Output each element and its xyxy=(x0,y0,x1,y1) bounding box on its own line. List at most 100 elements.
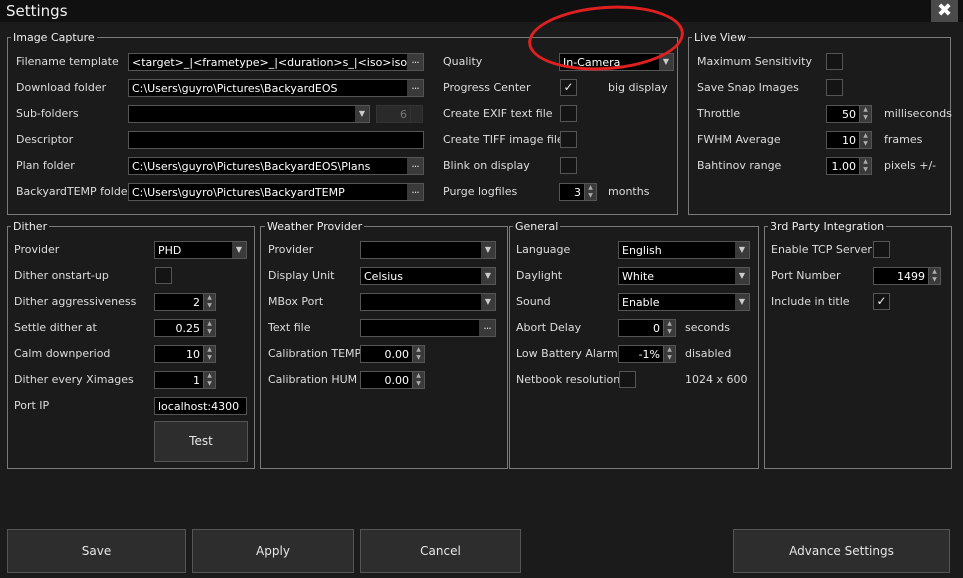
progress-center-label: Progress Center xyxy=(443,81,531,94)
chevron-down-icon[interactable]: ▼ xyxy=(735,268,749,284)
port-number-input[interactable]: 1499 xyxy=(873,267,929,285)
down-icon: ▼ xyxy=(863,166,868,173)
check-icon: ✓ xyxy=(876,294,887,308)
sound-dropdown[interactable]: Enable ▼ xyxy=(618,293,750,311)
chevron-down-icon[interactable]: ▼ xyxy=(232,242,246,258)
chevron-down-icon[interactable]: ▼ xyxy=(735,294,749,310)
close-icon: ✖ xyxy=(936,0,953,21)
dither-onstart-checkbox[interactable] xyxy=(155,267,172,284)
save-button[interactable]: Save xyxy=(7,529,186,573)
down-icon: ▼ xyxy=(667,328,672,335)
abort-delay-input[interactable]: 0 xyxy=(618,319,664,337)
dither-provider-label: Provider xyxy=(14,243,60,256)
save-snap-checkbox[interactable] xyxy=(826,79,843,96)
dither-provider-dropdown[interactable]: PHD ▼ xyxy=(154,241,247,259)
netbook-resolution: 1024 x 600 xyxy=(685,373,748,386)
plan-folder-value: C:\Users\guyro\Pictures\BackyardEOS\Plan… xyxy=(132,160,371,173)
browse-icon[interactable]: ... xyxy=(407,184,423,200)
daylight-dropdown[interactable]: White ▼ xyxy=(618,267,750,285)
abort-delay-spinner[interactable]: ▲ ▼ xyxy=(663,319,676,337)
cal-temp-input[interactable]: 0.00 xyxy=(360,345,413,363)
dither-aggr-input[interactable]: 2 xyxy=(154,293,204,311)
up-icon: ▲ xyxy=(207,294,212,301)
settle-input[interactable]: 0.25 xyxy=(154,319,204,337)
down-icon: ▼ xyxy=(863,140,868,147)
browse-icon[interactable]: ... xyxy=(407,54,423,70)
browse-icon[interactable]: ... xyxy=(407,80,423,96)
download-folder-field[interactable]: C:\Users\guyro\Pictures\BackyardEOS ... xyxy=(128,79,424,97)
calm-spinner[interactable]: ▲ ▼ xyxy=(203,345,216,363)
create-exif-label: Create EXIF text file xyxy=(443,107,553,120)
chevron-down-icon[interactable]: ▼ xyxy=(355,106,369,122)
third-party-title: 3rd Party Integration xyxy=(768,220,887,233)
mbox-port-dropdown[interactable]: ▼ xyxy=(360,293,496,311)
port-number-spinner[interactable]: ▲ ▼ xyxy=(928,267,941,285)
include-title-checkbox[interactable]: ✓ xyxy=(873,293,890,310)
plan-folder-field[interactable]: C:\Users\guyro\Pictures\BackyardEOS\Plan… xyxy=(128,157,424,175)
up-icon: ▲ xyxy=(207,372,212,379)
apply-button[interactable]: Apply xyxy=(192,529,354,573)
down-icon: ▼ xyxy=(932,276,937,283)
down-icon: ▼ xyxy=(863,114,868,121)
descriptor-input[interactable] xyxy=(128,131,424,149)
progress-center-checkbox[interactable]: ✓ xyxy=(560,79,577,96)
chevron-down-icon[interactable]: ▼ xyxy=(481,294,495,310)
close-button[interactable]: ✖ xyxy=(931,0,958,22)
battery-alarm-status: disabled xyxy=(685,347,732,360)
bahtinov-spinner[interactable]: ▲ ▼ xyxy=(859,157,872,175)
netbook-checkbox[interactable] xyxy=(619,371,636,388)
language-dropdown[interactable]: English ▼ xyxy=(618,241,750,259)
blink-checkbox[interactable] xyxy=(560,157,577,174)
tcp-server-checkbox[interactable] xyxy=(873,241,890,258)
chevron-down-icon[interactable]: ▼ xyxy=(735,242,749,258)
filename-template-field[interactable]: <target>_|<frametype>_|<duration>s_|<iso… xyxy=(128,53,424,71)
cal-temp-spinner[interactable]: ▲ ▼ xyxy=(412,345,425,363)
subfolders-dropdown[interactable]: ▼ xyxy=(128,105,370,123)
port-ip-input[interactable]: localhost:4300 xyxy=(154,397,247,415)
temp-folder-field[interactable]: C:\Users\guyro\Pictures\BackyardTEMP ... xyxy=(128,183,424,201)
cal-hum-input[interactable]: 0.00 xyxy=(360,371,413,389)
filename-template-value: <target>_|<frametype>_|<duration>s_|<iso… xyxy=(132,56,424,69)
create-tiff-label: Create TIFF image file xyxy=(443,133,564,146)
weather-provider-dropdown[interactable]: ▼ xyxy=(360,241,496,259)
advance-settings-button[interactable]: Advance Settings xyxy=(733,529,950,573)
browse-icon[interactable]: ... xyxy=(479,320,495,336)
purge-unit: months xyxy=(608,185,650,198)
purge-spinner[interactable]: ▲ ▼ xyxy=(584,183,597,201)
cal-hum-label: Calibration HUM xyxy=(268,373,358,386)
throttle-input[interactable]: 50 xyxy=(826,105,860,123)
fwhm-unit: frames xyxy=(884,133,923,146)
text-file-field[interactable]: ... xyxy=(360,319,496,337)
up-icon: ▲ xyxy=(416,372,421,379)
dither-every-input[interactable]: 1 xyxy=(154,371,204,389)
bahtinov-label: Bahtinov range xyxy=(697,159,782,172)
chevron-down-icon[interactable]: ▼ xyxy=(481,268,495,284)
big-display-label: big display xyxy=(608,81,668,94)
subfolders-label: Sub-folders xyxy=(16,107,79,120)
bahtinov-input[interactable]: 1.00 xyxy=(826,157,860,175)
throttle-unit: milliseconds xyxy=(884,107,952,120)
fwhm-spinner[interactable]: ▲ ▼ xyxy=(859,131,872,149)
calm-input[interactable]: 10 xyxy=(154,345,204,363)
display-unit-dropdown[interactable]: Celsius ▼ xyxy=(360,267,496,285)
battery-alarm-input[interactable]: -1% xyxy=(618,345,664,363)
create-tiff-checkbox[interactable] xyxy=(560,131,577,148)
battery-alarm-spinner[interactable]: ▲ ▼ xyxy=(663,345,676,363)
create-exif-checkbox[interactable] xyxy=(560,105,577,122)
purge-input[interactable]: 3 xyxy=(559,183,585,201)
daylight-label: Daylight xyxy=(516,269,563,282)
check-icon: ✓ xyxy=(563,80,574,94)
fwhm-input[interactable]: 10 xyxy=(826,131,860,149)
cal-hum-spinner[interactable]: ▲ ▼ xyxy=(412,371,425,389)
throttle-spinner[interactable]: ▲ ▼ xyxy=(859,105,872,123)
settle-spinner[interactable]: ▲ ▼ xyxy=(203,319,216,337)
max-sensitivity-checkbox[interactable] xyxy=(826,53,843,70)
up-icon: ▲ xyxy=(863,158,868,165)
chevron-down-icon[interactable]: ▼ xyxy=(481,242,495,258)
dither-every-spinner[interactable]: ▲ ▼ xyxy=(203,371,216,389)
test-button[interactable]: Test xyxy=(154,421,248,462)
dither-aggr-spinner[interactable]: ▲ ▼ xyxy=(203,293,216,311)
down-icon: ▼ xyxy=(416,354,421,361)
cancel-button[interactable]: Cancel xyxy=(360,529,521,573)
browse-icon[interactable]: ... xyxy=(407,158,423,174)
